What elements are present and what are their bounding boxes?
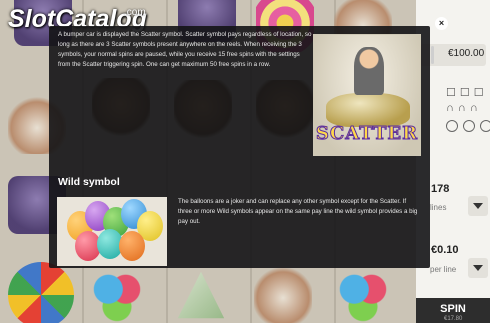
reel-symbol-paper-crane xyxy=(177,271,225,319)
lines-dropdown[interactable] xyxy=(468,196,488,216)
bumper-car-icon xyxy=(326,93,410,127)
wild-description: The balloons are a joker and can replace… xyxy=(178,198,418,225)
ring-icon xyxy=(480,120,490,132)
scatter-description: A bumper car is displayed the Scatter sy… xyxy=(58,31,312,68)
close-icon[interactable]: × xyxy=(435,17,448,30)
scatter-symbol-image: SCATTER xyxy=(313,34,421,156)
modal-scrollbar[interactable] xyxy=(431,46,434,64)
reel-symbol-cupcake xyxy=(254,266,312,323)
scatter-label: SCATTER xyxy=(315,123,419,145)
paytable-icons-row-2: ∩∩∩ xyxy=(446,102,482,114)
site-logo-suffix: .com xyxy=(124,7,146,18)
bet-value: €0.10 xyxy=(431,244,459,256)
lines-value: 178 xyxy=(431,183,450,195)
driver-figure xyxy=(354,47,384,95)
balance-amount: €100.00 xyxy=(448,48,485,59)
wild-symbol-image xyxy=(57,197,167,266)
reel-symbol-balloons xyxy=(334,266,392,323)
paytable-rings xyxy=(446,120,490,132)
bet-label: per line xyxy=(430,265,457,274)
reel-symbol-wheel xyxy=(8,262,74,323)
ring-icon xyxy=(463,120,475,132)
lines-label: lines xyxy=(430,203,447,212)
spin-cost: €17.80 xyxy=(444,316,463,322)
reel-symbol-balloons xyxy=(88,266,146,323)
wild-symbol-heading: Wild symbol xyxy=(58,176,120,188)
chevron-down-icon xyxy=(473,265,483,271)
chevron-down-icon xyxy=(473,203,483,209)
balloon-icon xyxy=(119,231,145,261)
bet-dropdown[interactable] xyxy=(468,258,488,278)
ring-icon xyxy=(446,120,458,132)
paytable-icons-row: ☐☐☐ xyxy=(446,87,488,99)
